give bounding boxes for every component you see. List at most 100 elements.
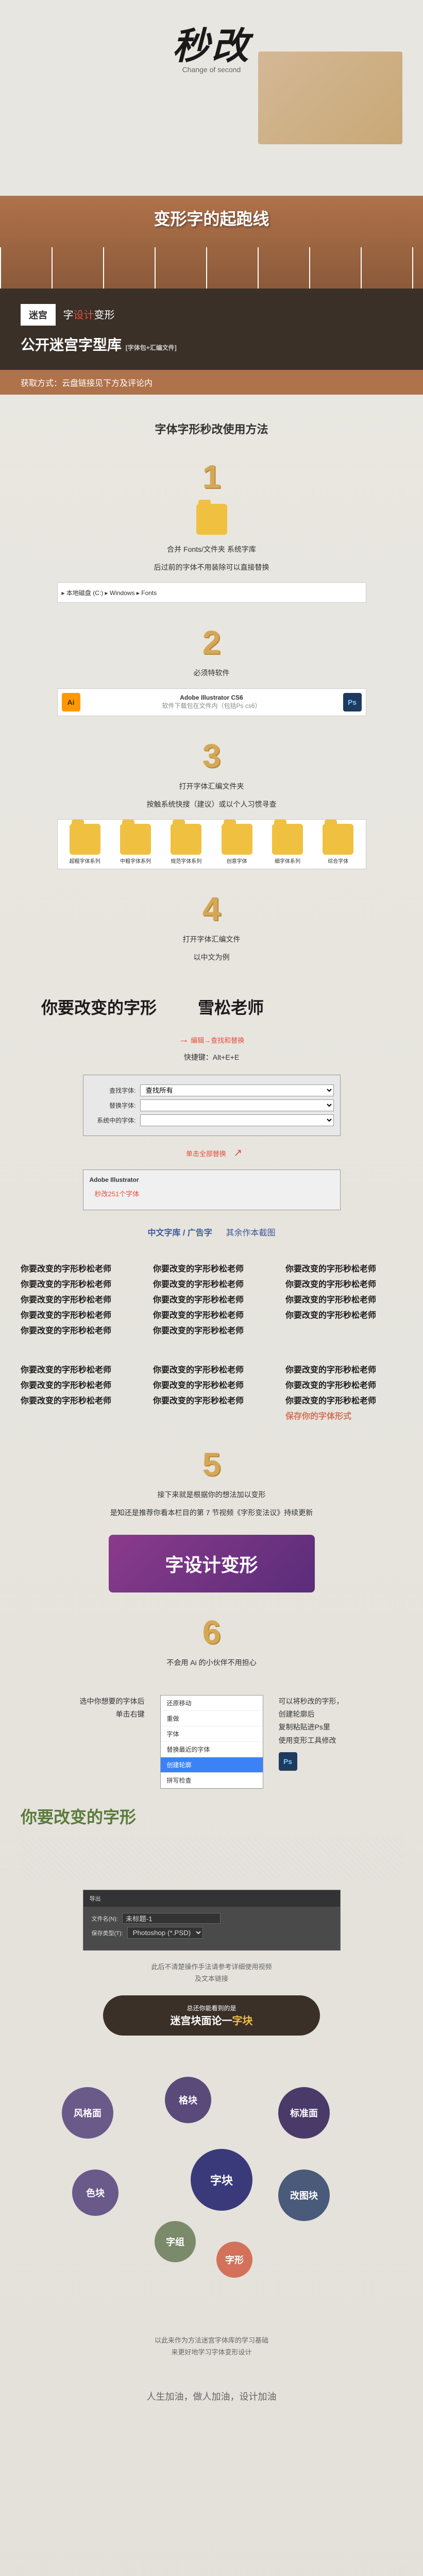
- menu-item[interactable]: 还原移动: [161, 1696, 263, 1711]
- folder-icon[interactable]: [171, 824, 201, 855]
- sample-item: 你要改变的字形秒松老师: [153, 1277, 270, 1290]
- step-2: 2 必须特软件 Ai Adobe Illustrator CS6 软件下载包在文…: [31, 623, 392, 716]
- sample-item: 你要改变的字形秒松老师: [21, 1394, 138, 1406]
- bubble-glyph: 字形: [216, 2242, 252, 2278]
- sample-item: 你要改变的字形秒松老师: [21, 1277, 138, 1290]
- sample-item: 你要改变的字形秒松老师: [285, 1378, 402, 1391]
- step-number: 5: [31, 1445, 392, 1483]
- find-replace-dialog: 查找字体: 查找所有 替换字体: 系统中的字体:: [83, 1075, 341, 1136]
- logo-badge: 迷宫: [21, 304, 56, 326]
- sample-item: 你要改变的字形秒松老师: [153, 1378, 270, 1391]
- folder-icon[interactable]: [323, 824, 353, 855]
- alert-dialog: Adobe Illustrator 秒改251个字体: [83, 1170, 341, 1210]
- step3-line1: 打开字体汇编文件夹: [31, 780, 392, 793]
- dialog-title: 导出: [83, 1890, 340, 1907]
- filetype-select[interactable]: Photoshop (*.PSD): [127, 1927, 203, 1939]
- runner-image: [258, 52, 402, 144]
- folder-icon: [196, 504, 227, 535]
- diagram-header: 总还你能看到的是 迷宫块面论一字块: [103, 1995, 320, 2036]
- step-5: 5 接下来就是根据你的想法加以变形 是知还是推荐你看本栏目的第 7 节视频《字形…: [31, 1445, 392, 1592]
- step6-line1: 不会用 Ai 的小伙伴不用担心: [31, 1656, 392, 1669]
- sample-text-big: 你要改变的字形: [41, 995, 157, 1019]
- sample-item: 你要改变的字形秒松老师: [153, 1308, 270, 1320]
- find-label: 查找字体:: [90, 1086, 136, 1095]
- outline-preview: [21, 1838, 402, 1879]
- folder-icon[interactable]: [272, 824, 303, 855]
- bubble-word-group: 字组: [155, 2221, 196, 2262]
- step5-line2: 是知还是推荐你看本栏目的第 7 节视频《字形变法议》持续更新: [31, 1506, 392, 1519]
- step-number: 6: [31, 1613, 392, 1651]
- filename-input[interactable]: [122, 1913, 221, 1924]
- step-1: 1 合并 Fonts/文件夹 系统字库 后过前的字体不用装除可以直接替换 ▸ 本…: [31, 457, 392, 603]
- samples-head-right: 其余作本截图: [226, 1229, 276, 1238]
- step-number: 3: [31, 737, 392, 775]
- sample-item: 你要改变的字形秒松老师: [21, 1378, 138, 1391]
- footer-note-2: 以此来作为方法迷宫字体库的学习基础 来更好地学习字体变形设计: [41, 2334, 382, 2359]
- track-title: 变形字的起跑线: [0, 206, 423, 230]
- app-name: Adobe Illustrator CS6: [84, 694, 339, 701]
- promo-card: 字设计变形: [109, 1535, 315, 1592]
- hero-section: 秒改 Change of second: [0, 0, 423, 196]
- sample-item: 你要改变的字形秒松老师: [285, 1262, 402, 1274]
- bubble-standard-face: 标准面: [278, 2087, 330, 2139]
- sample-item: 你要改变的字形秒松老师: [285, 1363, 402, 1375]
- sample-item: 你要改变的字形秒松老师: [285, 1308, 402, 1320]
- ps-icon: Ps: [343, 693, 362, 711]
- folder-icon[interactable]: [120, 824, 151, 855]
- replace-all-hint: 单击全部替换: [186, 1150, 226, 1158]
- footer-note-1: 此后不清楚操作手法请参考详细使用视频 及文本链接: [41, 1961, 382, 1985]
- step-number: 4: [31, 890, 392, 928]
- replace-label: 替换字体:: [90, 1101, 136, 1110]
- banner-main-text: 公开迷宫字型库 [字体包+汇编文件]: [21, 334, 402, 354]
- main-banner: 迷宫 字设计变形 公开迷宫字型库 [字体包+汇编文件]: [0, 289, 423, 370]
- sample-outline-text: 你要改变的字形: [21, 1804, 402, 1828]
- folder-icon[interactable]: [222, 824, 252, 855]
- alert-message: 秒改251个字体: [95, 1189, 329, 1198]
- filename-label: 文件名(N):: [92, 1914, 118, 1923]
- replace-select[interactable]: [140, 1099, 334, 1111]
- app-note: 软件下载包在文件内（包括Ps cs6）: [84, 701, 339, 710]
- track-banner: 变形字的起跑线: [0, 196, 423, 289]
- step-3: 3 打开字体汇编文件夹 按触系统快搜（建议）或以个人习惯寻查 超粗字体系列 中粗…: [31, 737, 392, 869]
- sample-item: 你要改变的字形秒松老师: [21, 1308, 138, 1320]
- promo-title: 字设计变形: [124, 1550, 299, 1577]
- menu-item-outline[interactable]: 创建轮廓: [161, 1757, 263, 1773]
- track-lines: [0, 247, 423, 289]
- sample-item: 你要改变的字形秒松老师: [153, 1262, 270, 1274]
- sample-item: 你要改变的字形秒松老师: [21, 1262, 138, 1274]
- step4-line1: 打开字体汇编文件: [31, 933, 392, 946]
- software-screenshot: Ai Adobe Illustrator CS6 软件下载包在文件内（包括Ps …: [57, 688, 366, 716]
- sample-item: 你要改变的字形秒松老师: [21, 1293, 138, 1305]
- instruction-right: 可以将秒改的字形， 创建轮廓后 复制粘贴进Ps里 使用变形工具修改: [279, 1695, 403, 1747]
- folder-icon[interactable]: [70, 824, 100, 855]
- sample-item: 你要改变的字形秒松老师: [153, 1394, 270, 1406]
- samples-head-left: 中文字库 / 广告字: [147, 1229, 212, 1238]
- shortcut-hint: 快捷键：Alt+E+E: [0, 1051, 423, 1064]
- instruction-left: 选中你想要的字体后 单击右键: [21, 1695, 145, 1721]
- menu-item[interactable]: 拼写检查: [161, 1773, 263, 1788]
- step1-line2: 后过前的字体不用装除可以直接替换: [31, 561, 392, 574]
- menu-item[interactable]: 替换最近的字体: [161, 1742, 263, 1757]
- sample-item: 你要改变的字形秒松老师: [285, 1277, 402, 1290]
- sample-item: 你要改变的字形秒松老师: [21, 1363, 138, 1375]
- folder-listing-screenshot: 超粗字体系列 中粗字体系列 规范字体系列 创意字体 细字体系列 综合字体: [57, 819, 366, 869]
- font-samples-grid-2: 你要改变的字形秒松老师 你要改变的字形秒松老师 你要改变的字形秒松老师 你要改变…: [21, 1360, 402, 1425]
- bubble-diagram: 风格面 格块 标准面 色块 字块 改图块 字组 字形: [21, 2056, 402, 2314]
- menu-item[interactable]: 重做: [161, 1711, 263, 1726]
- sys-select[interactable]: [140, 1114, 334, 1126]
- find-select[interactable]: 查找所有: [140, 1084, 334, 1096]
- step1-line1: 合并 Fonts/文件夹 系统字库: [31, 543, 392, 556]
- bubble-center: 字块: [191, 2149, 252, 2211]
- step3-line2: 按触系统快搜（建议）或以个人习惯寻查: [31, 798, 392, 811]
- bubble-image-block: 改图块: [278, 2170, 330, 2221]
- banner-hint: 获取方式：云盘链接见下方及评论内: [0, 370, 423, 395]
- sample-item: 你要改变的字形秒松老师: [153, 1324, 270, 1336]
- bubble-style-face: 风格面: [62, 2087, 113, 2139]
- menu-item[interactable]: 字体: [161, 1726, 263, 1742]
- banner-tag: 字设计变形: [63, 307, 114, 321]
- sample-item: 你要改变的字形秒松老师: [285, 1293, 402, 1305]
- step-number: 2: [31, 623, 392, 662]
- bubble-grid-block: 格块: [165, 2077, 211, 2123]
- step-4: 4 打开字体汇编文件 以中文为例: [31, 890, 392, 964]
- sys-label: 系统中的字体:: [90, 1116, 136, 1125]
